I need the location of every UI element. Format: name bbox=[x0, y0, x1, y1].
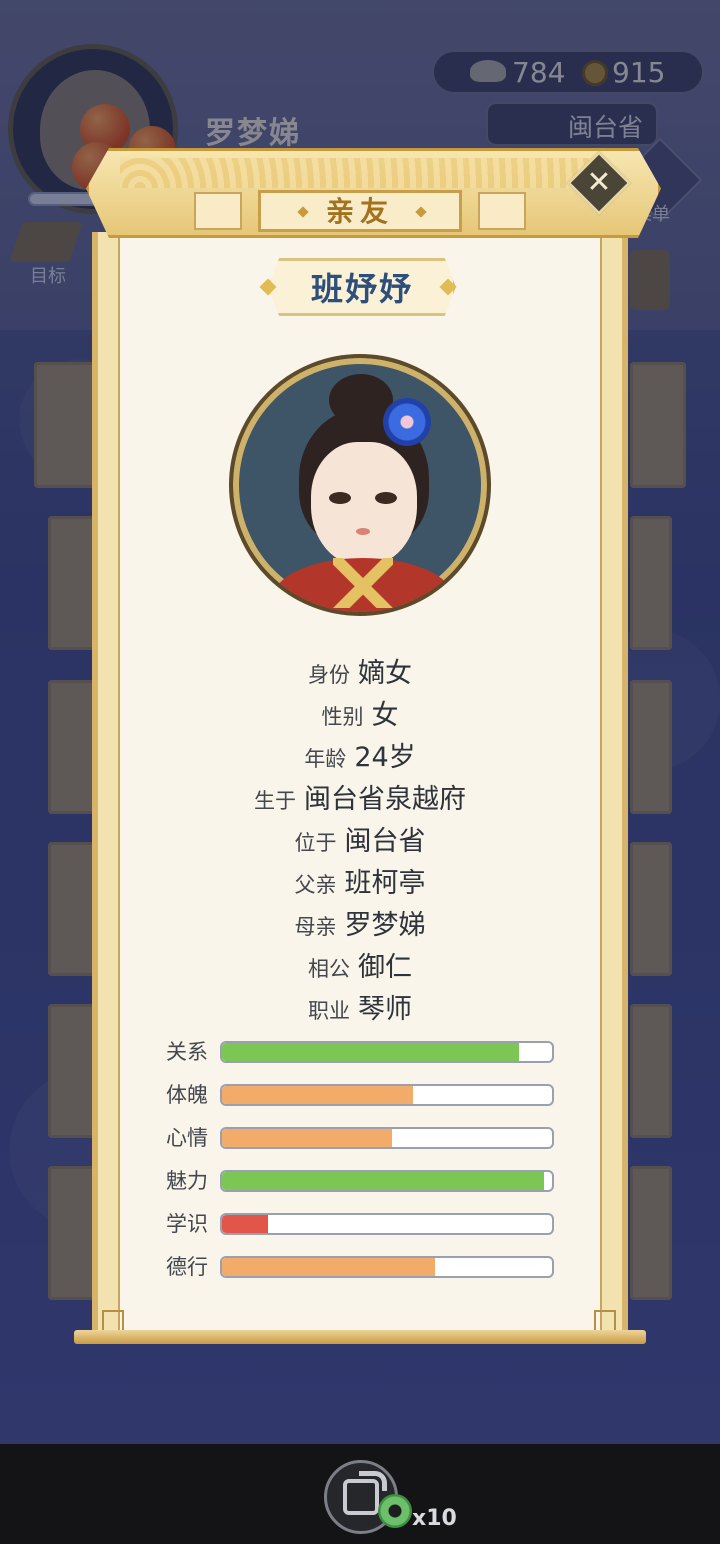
portrait-eye bbox=[375, 492, 397, 504]
stat-fill bbox=[222, 1086, 414, 1104]
relative-name-plate: 班妤妤 bbox=[268, 258, 456, 316]
scroll-bottom-rod bbox=[74, 1330, 646, 1344]
info-label: 位于 bbox=[294, 831, 337, 855]
stat-label-relationship: 关系 bbox=[166, 1040, 208, 1064]
share-arrow-icon bbox=[359, 1471, 387, 1491]
stat-fill bbox=[222, 1172, 544, 1190]
stat-bar-virtue bbox=[220, 1256, 554, 1278]
stat-fill bbox=[222, 1258, 435, 1276]
portrait-lips bbox=[356, 528, 370, 535]
portrait-eye bbox=[329, 492, 351, 504]
info-row-age: 年龄 24岁 bbox=[118, 738, 602, 778]
info-label: 身份 bbox=[308, 663, 350, 687]
info-value: 闽台省 bbox=[344, 826, 426, 857]
stat-bar-relationship bbox=[220, 1041, 554, 1063]
info-value: 御仁 bbox=[358, 952, 412, 983]
stat-label-charm: 魅力 bbox=[166, 1169, 208, 1193]
info-row-birthplace: 生于 闽台省泉越府 bbox=[118, 780, 602, 820]
header-cloud-pattern bbox=[120, 158, 600, 188]
info-label: 年龄 bbox=[304, 747, 347, 771]
info-label: 性别 bbox=[321, 705, 364, 729]
stat-label-physique: 体魄 bbox=[166, 1083, 208, 1107]
info-value: 女 bbox=[371, 700, 399, 731]
relative-portrait bbox=[229, 354, 491, 616]
info-label: 母亲 bbox=[294, 915, 337, 939]
stat-label-virtue: 德行 bbox=[166, 1255, 208, 1279]
jade-reward-icon bbox=[378, 1494, 412, 1528]
corner-ornament bbox=[102, 1310, 124, 1332]
info-label: 父亲 bbox=[294, 873, 337, 897]
info-value: 班柯亭 bbox=[344, 868, 426, 899]
stat-bar-physique bbox=[220, 1084, 554, 1106]
info-row-location: 位于 闽台省 bbox=[118, 822, 602, 862]
dialog-title: 亲友 bbox=[325, 195, 394, 228]
info-row-husband: 相公 御仁 bbox=[118, 948, 602, 988]
info-value: 嫡女 bbox=[358, 658, 412, 689]
stat-fill bbox=[222, 1215, 269, 1233]
stat-bar-charm bbox=[220, 1170, 554, 1192]
stat-bar-knowledge bbox=[220, 1213, 554, 1235]
info-row-gender: 性别女 bbox=[118, 696, 602, 736]
info-label: 相公 bbox=[308, 957, 350, 981]
info-row-mother: 母亲 罗梦娣 bbox=[118, 906, 602, 946]
info-label: 生于 bbox=[254, 789, 296, 813]
info-value: 24岁 bbox=[354, 742, 416, 773]
header-panel-right bbox=[478, 192, 526, 230]
info-row-father: 父亲 班柯亭 bbox=[118, 864, 602, 904]
portrait-face bbox=[311, 442, 417, 566]
info-row-status: 身份 嫡女 bbox=[118, 654, 602, 694]
stat-label-knowledge: 学识 bbox=[166, 1212, 208, 1236]
info-value: 琴师 bbox=[358, 994, 412, 1025]
relative-name: 班妤妤 bbox=[310, 270, 413, 308]
corner-ornament bbox=[594, 1310, 616, 1332]
info-value: 闽台省泉越府 bbox=[304, 784, 466, 815]
stat-fill bbox=[222, 1129, 392, 1147]
hair-flower-icon bbox=[383, 398, 431, 446]
portrait-collar bbox=[333, 558, 393, 608]
info-value: 罗梦娣 bbox=[344, 910, 426, 941]
reward-count: x10 bbox=[412, 1506, 457, 1531]
stat-fill bbox=[222, 1043, 519, 1061]
close-icon[interactable]: ✕ bbox=[584, 166, 614, 200]
stat-bar-mood bbox=[220, 1127, 554, 1149]
dialog-title-plate: 亲友 bbox=[258, 190, 462, 232]
header-panel-left bbox=[194, 192, 242, 230]
stat-label-mood: 心情 bbox=[166, 1126, 208, 1150]
info-row-occupation: 职业 琴师 bbox=[118, 990, 602, 1030]
info-label: 职业 bbox=[308, 999, 350, 1023]
